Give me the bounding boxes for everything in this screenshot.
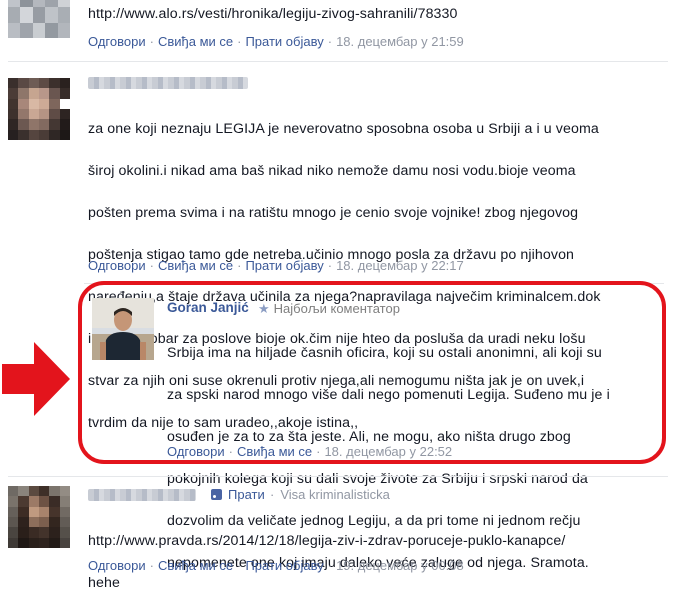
author-name-blurred[interactable] (88, 77, 248, 89)
like-link[interactable]: Свиђа ми се (158, 34, 233, 49)
divider (8, 61, 668, 62)
comment-actions: Одговори · Свиђа ми се · Прати објаву · 18. де… (88, 258, 464, 273)
reply-link[interactable]: Одговори (88, 258, 146, 273)
author-name-blurred[interactable] (88, 489, 196, 501)
avatar[interactable] (8, 78, 70, 140)
follow-post-link[interactable]: Прати објаву (245, 258, 323, 273)
avatar[interactable] (8, 0, 70, 38)
comment-link[interactable]: http://www.alo.rs/vesti/hronika/legiju-z… (88, 4, 458, 25)
like-link[interactable]: Свиђа ми се (158, 558, 233, 573)
rss-icon (211, 489, 222, 500)
red-arrow-icon (2, 342, 70, 416)
timestamp[interactable]: 18. децембар у 21:59 (336, 34, 464, 49)
reply-link[interactable]: Одговори (88, 558, 146, 573)
reply-link[interactable]: Одговори (88, 34, 146, 49)
follow-post-link[interactable]: Прати објаву (245, 558, 323, 573)
highlight-outline (78, 281, 666, 464)
comment-actions: Одговори · Свиђа ми се · Прати објаву · 19. де… (88, 558, 464, 573)
comment-link[interactable]: http://www.pravda.rs/2014/12/18/legija-z… (88, 531, 565, 552)
like-link[interactable]: Свиђа ми се (158, 258, 233, 273)
follow-post-link[interactable]: Прати објаву (245, 34, 323, 49)
timestamp[interactable]: 19. децембар у 00:08 (336, 558, 464, 573)
follow-author[interactable]: Прати (211, 487, 265, 502)
timestamp[interactable]: 18. децембар у 22:17 (336, 258, 464, 273)
avatar[interactable] (8, 486, 70, 548)
comment-actions: Одговори · Свиђа ми се · Прати објаву · 18. де… (88, 34, 464, 49)
divider (8, 476, 668, 477)
author-subtitle: · Visa kriminalisticka (270, 487, 390, 502)
